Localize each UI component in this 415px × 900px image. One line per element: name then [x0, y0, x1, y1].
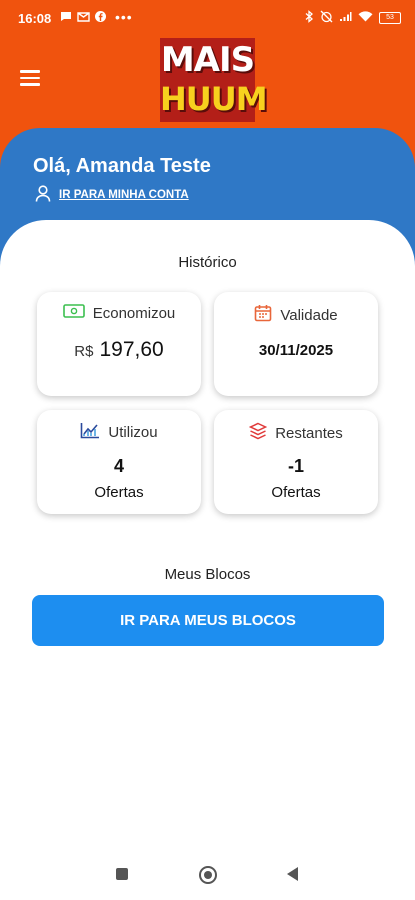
go-to-blocks-button[interactable]: IR PARA MEUS BLOCOS	[32, 595, 384, 646]
remaining-card-header: Restantes	[214, 422, 378, 444]
used-label: Utilizou	[108, 424, 158, 441]
message-icon	[60, 10, 72, 25]
battery-icon: 53	[379, 12, 401, 24]
brand-logo: MAIS HUUM	[160, 38, 268, 122]
used-card: Utilizou 4 Ofertas	[37, 410, 201, 514]
account-link[interactable]: IR PARA MINHA CONTA	[35, 185, 189, 205]
saved-card: Economizou R$ 197,60	[37, 292, 201, 396]
used-card-header: Utilizou	[37, 422, 201, 443]
layers-icon	[248, 422, 268, 444]
validity-date: 30/11/2025	[258, 342, 334, 359]
logo-text-top: MAIS	[160, 40, 255, 80]
saved-value: 197,60	[99, 338, 164, 361]
saved-currency: R$	[74, 343, 94, 360]
more-notifications-icon: •••	[115, 9, 133, 25]
chart-icon	[80, 422, 100, 443]
facebook-icon	[95, 10, 106, 25]
user-greeting: Olá, Amanda Teste	[33, 155, 211, 177]
signal-icon	[339, 11, 352, 25]
menu-icon[interactable]	[20, 70, 42, 88]
android-nav-bar	[0, 860, 415, 890]
money-icon	[62, 304, 85, 322]
home-icon[interactable]	[199, 866, 217, 884]
gmail-icon	[77, 10, 90, 25]
notification-icons: •••	[60, 9, 133, 25]
validity-label: Validade	[280, 306, 338, 324]
system-icons: 53	[305, 10, 401, 26]
validity-card-header: Validade	[214, 304, 378, 326]
saved-amount: R$ 197,60	[37, 338, 201, 362]
back-icon[interactable]	[287, 867, 298, 881]
saved-label: Economizou	[92, 304, 176, 322]
remaining-card: Restantes -1 Ofertas	[214, 410, 378, 514]
status-time: 16:08	[18, 11, 52, 26]
user-icon	[35, 185, 51, 205]
validity-card: Validade 30/11/2025	[214, 292, 378, 396]
remaining-unit: Ofertas	[271, 484, 321, 501]
remaining-label: Restantes	[275, 424, 343, 442]
blocks-title: Meus Blocos	[164, 566, 251, 583]
logo-text-bottom: HUUM	[160, 80, 268, 118]
used-unit: Ofertas	[94, 484, 144, 501]
alarm-off-icon	[320, 10, 333, 26]
calendar-icon	[254, 304, 272, 326]
status-bar: 16:08 ••• 53	[0, 0, 415, 38]
bluetooth-icon	[305, 10, 314, 26]
wifi-icon	[358, 11, 373, 25]
history-title: Histórico	[178, 254, 237, 271]
account-link-label: IR PARA MINHA CONTA	[59, 189, 189, 201]
recents-icon[interactable]	[116, 868, 128, 880]
saved-card-header: Economizou	[37, 304, 201, 322]
remaining-count: -1	[287, 456, 304, 476]
used-count: 4	[113, 456, 124, 476]
